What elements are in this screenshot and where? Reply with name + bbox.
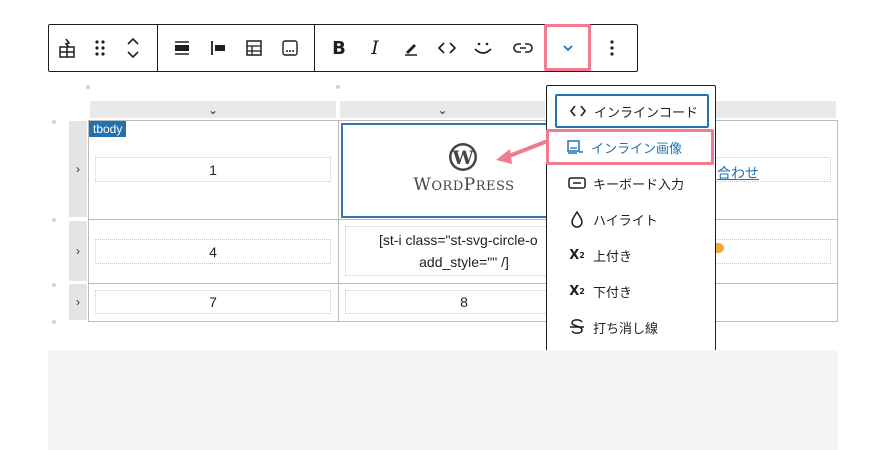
resize-dot	[52, 120, 56, 124]
cell-text[interactable]: 4	[95, 239, 331, 264]
menu-item-subscript[interactable]: X2 下付き	[555, 274, 709, 308]
cell-text[interactable]: 1	[95, 157, 331, 182]
menu-item-inline-image[interactable]: インライン画像	[546, 129, 714, 165]
superscript-icon: X2	[569, 247, 585, 263]
toolbar-options-group	[587, 25, 637, 71]
menu-item-keyboard[interactable]: キーボード入力	[555, 166, 709, 200]
column-handle[interactable]	[716, 101, 836, 118]
table-cell[interactable]: 4	[89, 220, 339, 284]
move-up-down-icon[interactable]	[115, 25, 151, 71]
resize-dot	[336, 85, 340, 89]
menu-item-label: キーボード入力	[593, 176, 685, 192]
strikethrough-icon	[567, 317, 587, 337]
cell-text[interactable]: 7	[95, 290, 331, 314]
menu-item-inline-code[interactable]: インラインコード	[555, 94, 709, 128]
subscript-icon: X2	[569, 283, 585, 299]
italic-button[interactable]: I	[357, 25, 393, 71]
emoji-icon[interactable]	[465, 25, 501, 71]
more-formats-button[interactable]	[544, 24, 591, 71]
menu-item-strikethrough[interactable]: 打ち消し線	[555, 310, 709, 344]
chevron-down-icon: ⌄	[437, 102, 448, 117]
svg-text:WORDPRESS: WORDPRESS	[413, 175, 514, 194]
resize-dot	[86, 85, 90, 89]
menu-item-superscript[interactable]: X2 上付き	[555, 238, 709, 272]
bold-button[interactable]: B	[321, 25, 357, 71]
more-box-icon[interactable]	[272, 25, 308, 71]
drag-handle-icon[interactable]	[85, 25, 115, 71]
toolbar-block-group	[49, 25, 158, 71]
align-icon[interactable]	[164, 25, 200, 71]
highlight-pen-icon[interactable]	[393, 25, 429, 71]
shortcode-line-2: add_style="" /]	[419, 254, 509, 270]
more-vertical-icon[interactable]	[594, 25, 630, 71]
chevron-down-icon	[562, 44, 573, 51]
menu-item-label: インラインコード	[594, 104, 699, 120]
table-edit-icon[interactable]	[236, 25, 272, 71]
toolbar-layout-group	[158, 25, 315, 71]
keyboard-input-icon	[567, 173, 587, 193]
cell-frame	[711, 239, 831, 264]
row-handle[interactable]: ›	[69, 221, 87, 281]
row-handle[interactable]: ›	[69, 284, 87, 320]
menu-item-label: 打ち消し線	[593, 320, 659, 336]
table-cell[interactable]: 1	[89, 121, 339, 220]
menu-item-label: ハイライト	[593, 212, 658, 228]
highlight-drop-icon	[567, 209, 587, 229]
resize-dot	[52, 218, 56, 222]
chevron-right-icon: ›	[76, 295, 80, 309]
column-handle[interactable]: ⌄	[90, 101, 336, 118]
code-icon	[568, 101, 588, 121]
menu-item-highlight[interactable]: ハイライト	[555, 202, 709, 236]
svg-text:W: W	[451, 147, 474, 169]
row-handle[interactable]: ›	[69, 121, 87, 217]
column-handle[interactable]: ⌄	[340, 101, 545, 118]
chevron-right-icon: ›	[76, 162, 80, 176]
link-icon[interactable]	[505, 25, 541, 71]
inline-image-icon	[565, 137, 585, 157]
menu-item-label: インライン画像	[591, 140, 683, 156]
menu-item-label: 下付き	[593, 284, 633, 300]
chevron-down-icon: ⌄	[207, 102, 219, 117]
code-icon[interactable]	[429, 25, 465, 71]
resize-dot	[52, 320, 56, 324]
align-left-icon[interactable]	[200, 25, 236, 71]
table-block-icon[interactable]	[49, 25, 85, 71]
chevron-right-icon: ›	[76, 244, 80, 258]
menu-item-label: 上付き	[593, 248, 633, 264]
annotation-arrow	[496, 140, 547, 164]
editor-canvas-area	[48, 350, 838, 450]
cell-link-text[interactable]: 合わせ	[717, 163, 759, 183]
resize-dot	[52, 283, 56, 287]
tbody-badge: tbody	[89, 121, 127, 137]
table-cell[interactable]: 7	[89, 284, 339, 321]
